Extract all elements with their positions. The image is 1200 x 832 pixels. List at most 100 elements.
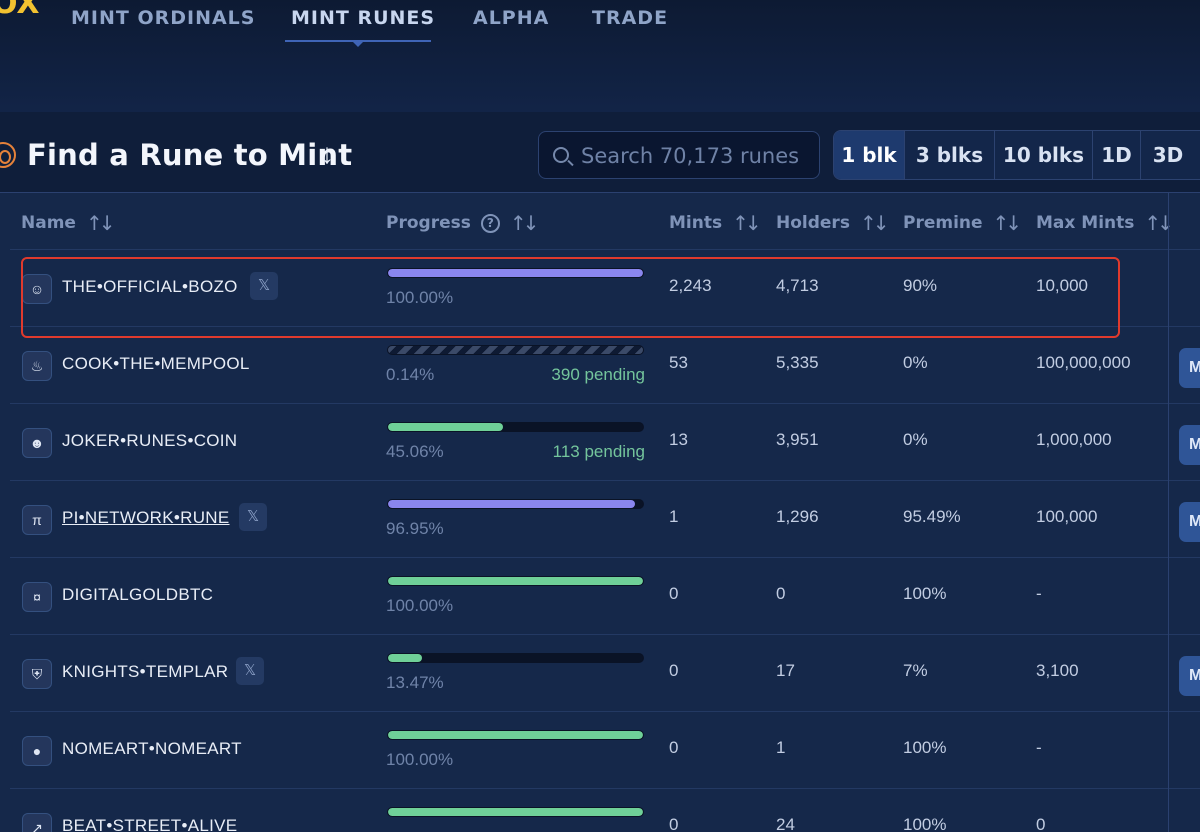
- mint-button[interactable]: M: [1179, 502, 1200, 542]
- cell-premine: 95.49%: [903, 507, 961, 526]
- sort-icon[interactable]: ↑↓: [1144, 211, 1173, 235]
- progress-bar: [387, 576, 644, 586]
- nav-trade[interactable]: TRADE: [592, 6, 692, 42]
- cell-premine: 0%: [903, 430, 928, 449]
- column-header-progress[interactable]: Progress ? ↑↓: [386, 211, 539, 235]
- table-row[interactable]: ☺ THE•OFFICIAL•BOZO 𝕏 100.00% 2,243 4,713 90% 1…: [10, 249, 1200, 326]
- progress-bar: [387, 268, 644, 278]
- sort-icon[interactable]: ↑↓: [993, 211, 1022, 235]
- cell-max-mints: 100,000: [1036, 507, 1098, 526]
- mint-button[interactable]: M: [1179, 348, 1200, 388]
- timeframe-3-blks[interactable]: 3 blks: [905, 131, 995, 179]
- help-icon[interactable]: ?: [480, 213, 500, 233]
- table-row[interactable]: ☻ JOKER•RUNES•COIN 45.06% 113 pending 13 3,95…: [10, 403, 1200, 480]
- sort-icon[interactable]: ↑↓: [860, 211, 889, 235]
- progress-fill: [388, 654, 423, 662]
- progress-percent: 96.95%: [386, 519, 444, 538]
- cell-holders: 0: [776, 584, 786, 603]
- cell-holders: 1,296: [776, 507, 819, 526]
- logo[interactable]: OX: [0, 0, 40, 19]
- steam-icon: ♨: [22, 351, 52, 381]
- cell-premine: 100%: [903, 584, 947, 603]
- rune-name[interactable]: KNIGHTS•TEMPLAR: [62, 662, 228, 682]
- cell-holders: 1: [776, 738, 786, 757]
- timeframe-selector: 1 blk 3 blks 10 blks 1D 3D: [833, 130, 1200, 180]
- timeframe-1-blk[interactable]: 1 blk: [834, 131, 905, 179]
- sort-icon[interactable]: ↑↓: [86, 211, 115, 235]
- column-header-mints[interactable]: Mints ↑↓: [669, 211, 762, 235]
- timeframe-1d[interactable]: 1D: [1093, 131, 1141, 179]
- column-header-name[interactable]: Name ↑↓: [21, 211, 115, 235]
- pending-count: 390 pending: [551, 365, 645, 384]
- rune-name[interactable]: DIGITALGOLDBTC: [62, 585, 213, 605]
- cell-mints: 13: [669, 430, 688, 449]
- nav-mint-runes[interactable]: MINT RUNES: [291, 6, 473, 42]
- progress-bar: [387, 653, 644, 663]
- progress-bar: [387, 422, 644, 432]
- x-social-icon[interactable]: 𝕏: [250, 272, 278, 300]
- flame-icon: [0, 142, 16, 168]
- progress-percent: 100.00%: [386, 288, 454, 307]
- search-icon: [553, 147, 569, 163]
- mint-button[interactable]: M: [1179, 425, 1200, 465]
- rune-name[interactable]: PI•NETWORK•RUNE: [62, 508, 230, 528]
- progress-fill: [388, 269, 643, 277]
- x-social-icon[interactable]: 𝕏: [236, 657, 264, 685]
- cell-holders: 17: [776, 661, 795, 680]
- search-input[interactable]: [581, 142, 811, 170]
- sort-icon[interactable]: ↑↓: [510, 211, 539, 235]
- cell-mints: 0: [669, 815, 679, 832]
- column-header-holders[interactable]: Holders ↑↓: [776, 211, 889, 235]
- sort-icon[interactable]: ↑↓: [732, 211, 761, 235]
- search-box[interactable]: [538, 131, 820, 179]
- timeframe-3d[interactable]: 3D: [1141, 131, 1195, 179]
- cell-mints: 0: [669, 584, 679, 603]
- column-header-max-mints[interactable]: Max Mints ↑↓: [1036, 211, 1174, 235]
- cell-max-mints: 10,000: [1036, 276, 1088, 295]
- progress-percent: 0.14%: [386, 365, 435, 384]
- rune-name[interactable]: BEAT•STREET•ALIVE: [62, 816, 237, 832]
- progress-fill: [388, 577, 643, 585]
- cell-premine: 90%: [903, 276, 938, 295]
- mint-button[interactable]: M: [1179, 656, 1200, 696]
- cell-mints: 1: [669, 507, 679, 526]
- cell-premine: 7%: [903, 661, 928, 680]
- active-tab-caret: [351, 40, 365, 47]
- rune-name[interactable]: COOK•THE•MEMPOOL: [62, 354, 250, 374]
- shield-icon: ⛨: [22, 659, 52, 689]
- cell-max-mints: 0: [1036, 815, 1046, 832]
- progress-bar: [387, 499, 644, 509]
- joker-icon: ☻: [22, 428, 52, 458]
- table-row[interactable]: ♨ COOK•THE•MEMPOOL 0.14% 390 pending 53 5,335…: [10, 326, 1200, 403]
- cell-mints: 53: [669, 353, 688, 372]
- table-row[interactable]: ↗ BEAT•STREET•ALIVE 0 24 100% 0: [10, 788, 1200, 832]
- column-label: Max Mints: [1036, 213, 1135, 233]
- rune-name[interactable]: THE•OFFICIAL•BOZO: [62, 277, 238, 297]
- cell-mints: 0: [669, 661, 679, 680]
- column-label: Holders: [776, 213, 850, 233]
- nav-mint-ordinals[interactable]: MINT ORDINALS: [71, 6, 291, 42]
- pi-icon: π: [22, 505, 52, 535]
- table-row[interactable]: π PI•NETWORK•RUNE 𝕏 96.95% 1 1,296 95.49% 100,0…: [10, 480, 1200, 557]
- table-row[interactable]: ¤ DIGITALGOLDBTC 100.00% 0 0 100% -: [10, 557, 1200, 634]
- cell-max-mints: 3,100: [1036, 661, 1079, 680]
- progress-percent: 100.00%: [386, 750, 454, 769]
- column-divider: [1168, 192, 1169, 832]
- rune-name[interactable]: JOKER•RUNES•COIN: [62, 431, 237, 451]
- table-row[interactable]: ● NOMEART•NOMEART 100.00% 0 1 100% -: [10, 711, 1200, 788]
- progress-percent: 13.47%: [386, 673, 444, 692]
- progress-fill: [388, 808, 643, 816]
- cell-mints: 0: [669, 738, 679, 757]
- table-row[interactable]: ⛨ KNIGHTS•TEMPLAR 𝕏 13.47% 0 17 7% 3,100 M: [10, 634, 1200, 711]
- nav-alpha[interactable]: ALPHA: [473, 6, 592, 42]
- progress-bar: [387, 807, 644, 817]
- rune-name[interactable]: NOMEART•NOMEART: [62, 739, 242, 759]
- progress-fill: [388, 500, 636, 508]
- grid-icon: ¤: [22, 582, 52, 612]
- cell-holders: 5,335: [776, 353, 819, 372]
- x-social-icon[interactable]: 𝕏: [239, 503, 267, 531]
- timeframe-10-blks[interactable]: 10 blks: [995, 131, 1093, 179]
- cell-max-mints: 1,000,000: [1036, 430, 1112, 449]
- column-header-premine[interactable]: Premine ↑↓: [903, 211, 1022, 235]
- arrow-down-icon[interactable]: ↓: [320, 138, 334, 170]
